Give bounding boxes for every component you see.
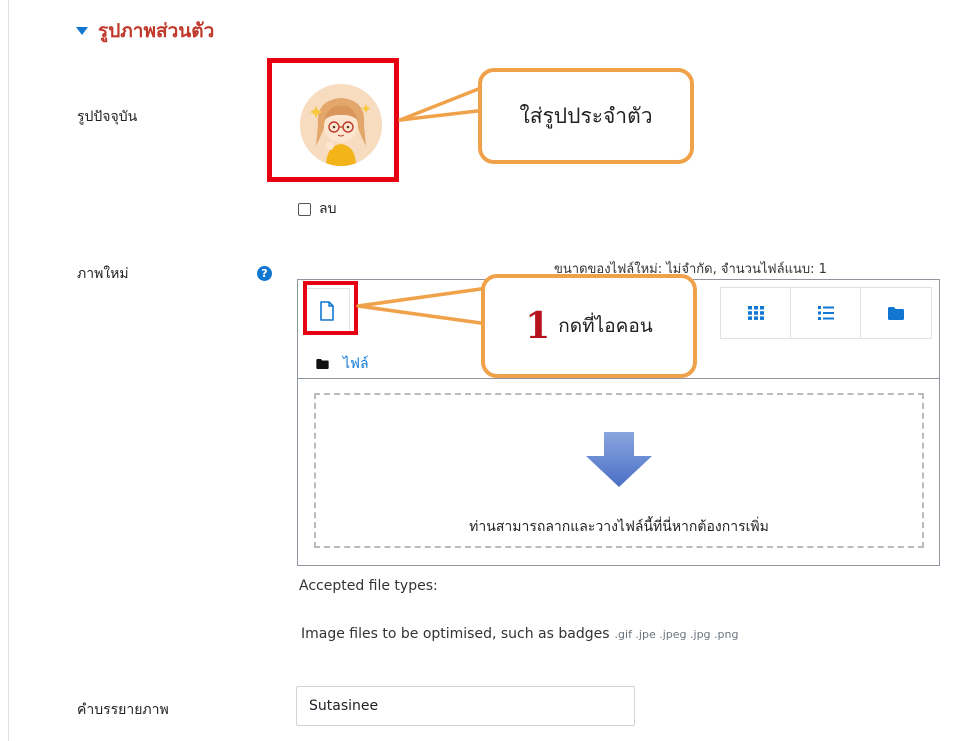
file-path-bar: ไฟล์ (316, 353, 369, 375)
view-list-button[interactable] (790, 287, 861, 339)
file-manager-divider (297, 378, 940, 379)
accepted-types-row: Image files to be optimised, such as bad… (301, 626, 738, 642)
grid-icon (747, 306, 764, 320)
folder-icon (888, 306, 904, 320)
caret-down-icon (76, 27, 88, 35)
annotation-frame-add-file (303, 281, 358, 335)
path-link-files[interactable]: ไฟล์ (343, 353, 369, 375)
callout-avatar-text: ใส่รูปประจำตัว (519, 103, 653, 128)
callout-step-one: 1 กดที่ไอคอน (481, 274, 697, 378)
step-instruction: กดที่ไอคอน (558, 315, 653, 337)
picture-description-input[interactable] (296, 686, 635, 726)
accepted-types-extensions: .gif .jpe .jpeg .jpg .png (614, 628, 739, 641)
section-header-user-picture[interactable]: รูปภาพส่วนตัว (76, 16, 214, 46)
accepted-types-description: Image files to be optimised, such as bad… (301, 626, 610, 642)
annotation-frame-avatar (267, 58, 399, 182)
callout-avatar: ใส่รูปประจำตัว (478, 68, 694, 164)
delete-picture-label: ลบ (319, 201, 337, 217)
accepted-types-label: Accepted file types: (299, 578, 438, 594)
callout-pointer-step (356, 286, 490, 326)
view-icons-button[interactable] (720, 287, 791, 339)
callout-pointer-avatar (398, 84, 488, 122)
dropzone-text: ท่านสามารถลากและวางไฟล์นี้ที่นี่หากต้องก… (469, 519, 769, 535)
folder-icon (316, 359, 329, 369)
section-title: รูปภาพส่วนตัว (98, 20, 215, 42)
picture-description-label: คำบรรยายภาพ (77, 702, 169, 718)
step-number: 1 (525, 305, 551, 347)
page-left-border (8, 0, 9, 741)
arrow-down-icon (586, 432, 652, 487)
delete-picture-row[interactable]: ลบ (298, 198, 336, 220)
question-circle-icon[interactable]: ? (257, 266, 272, 281)
current-picture-label: รูปปัจจุบัน (77, 109, 138, 125)
list-icon (817, 306, 834, 320)
view-tree-button[interactable] (860, 287, 932, 339)
new-picture-label: ภาพใหม่ (77, 266, 129, 282)
delete-picture-checkbox[interactable] (298, 202, 311, 216)
